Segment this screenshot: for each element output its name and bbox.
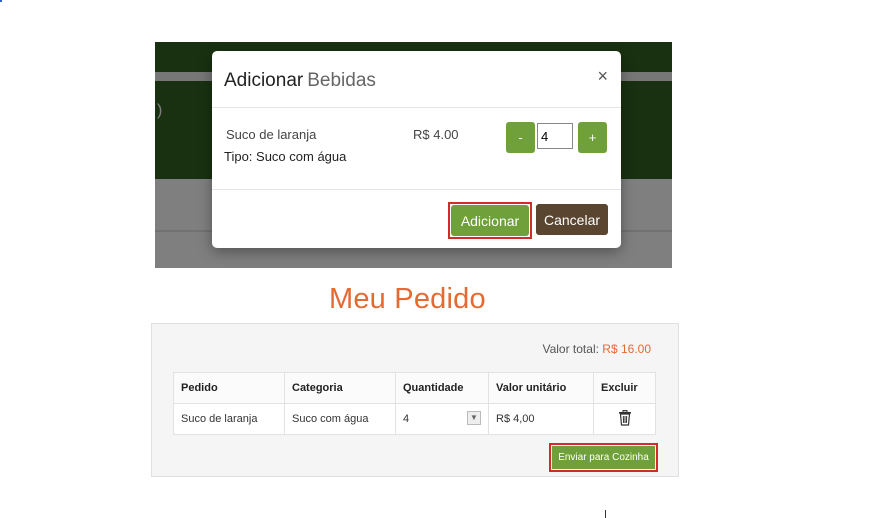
cell-pedido: Suco de laranja bbox=[173, 403, 285, 435]
cancel-button[interactable]: Cancelar bbox=[536, 204, 608, 235]
item-type: Tipo: Suco com água bbox=[224, 149, 347, 164]
modal-title-category: Bebidas bbox=[307, 70, 376, 91]
column-header-valor: Valor unitário bbox=[488, 372, 594, 404]
item-price: R$ 4.00 bbox=[413, 127, 459, 142]
cell-quantidade: 4 ▼ bbox=[395, 403, 489, 435]
quantity-select[interactable]: 4 ▼ bbox=[403, 410, 481, 428]
close-icon[interactable]: × bbox=[597, 66, 608, 87]
cell-categoria: Suco com água bbox=[284, 403, 396, 435]
trash-icon[interactable] bbox=[618, 409, 632, 426]
send-to-kitchen-button[interactable]: Enviar para Cozinha bbox=[552, 446, 655, 469]
quantity-select-value: 4 bbox=[403, 413, 410, 425]
item-name: Suco de laranja bbox=[226, 127, 317, 142]
modal-title-main: Adicionar bbox=[224, 70, 304, 91]
text-cursor bbox=[605, 510, 606, 518]
column-header-pedido: Pedido bbox=[173, 372, 285, 404]
page-title: Meu Pedido bbox=[329, 283, 486, 315]
total-label: Valor total: bbox=[542, 342, 599, 356]
column-header-excluir: Excluir bbox=[593, 372, 656, 404]
quantity-minus-button[interactable]: - bbox=[506, 122, 535, 153]
order-total: Valor total: R$ 16.00 bbox=[542, 342, 651, 356]
table-row: Suco de laranja Suco com água 4 ▼ R$ 4,0… bbox=[173, 403, 656, 435]
chevron-down-icon[interactable]: ▼ bbox=[467, 411, 481, 425]
total-value: R$ 16.00 bbox=[602, 342, 651, 356]
table-header-row: Pedido Categoria Quantidade Valor unitár… bbox=[173, 372, 656, 404]
modal-header: Adicionar Bebidas × bbox=[212, 51, 621, 108]
modal-body: Suco de laranja Tipo: Suco com água R$ 4… bbox=[212, 108, 621, 190]
modal-title: Adicionar Bebidas bbox=[224, 70, 376, 92]
order-table: Pedido Categoria Quantidade Valor unitár… bbox=[173, 372, 656, 435]
add-button[interactable]: Adicionar bbox=[451, 205, 529, 236]
quantity-plus-button[interactable]: + bbox=[578, 122, 607, 153]
column-header-categoria: Categoria bbox=[284, 372, 396, 404]
corner-mark bbox=[0, 0, 2, 2]
cell-excluir bbox=[593, 403, 656, 435]
cell-valor: R$ 4,00 bbox=[488, 403, 594, 435]
column-header-quantidade: Quantidade bbox=[395, 372, 489, 404]
quantity-input[interactable] bbox=[537, 123, 573, 149]
